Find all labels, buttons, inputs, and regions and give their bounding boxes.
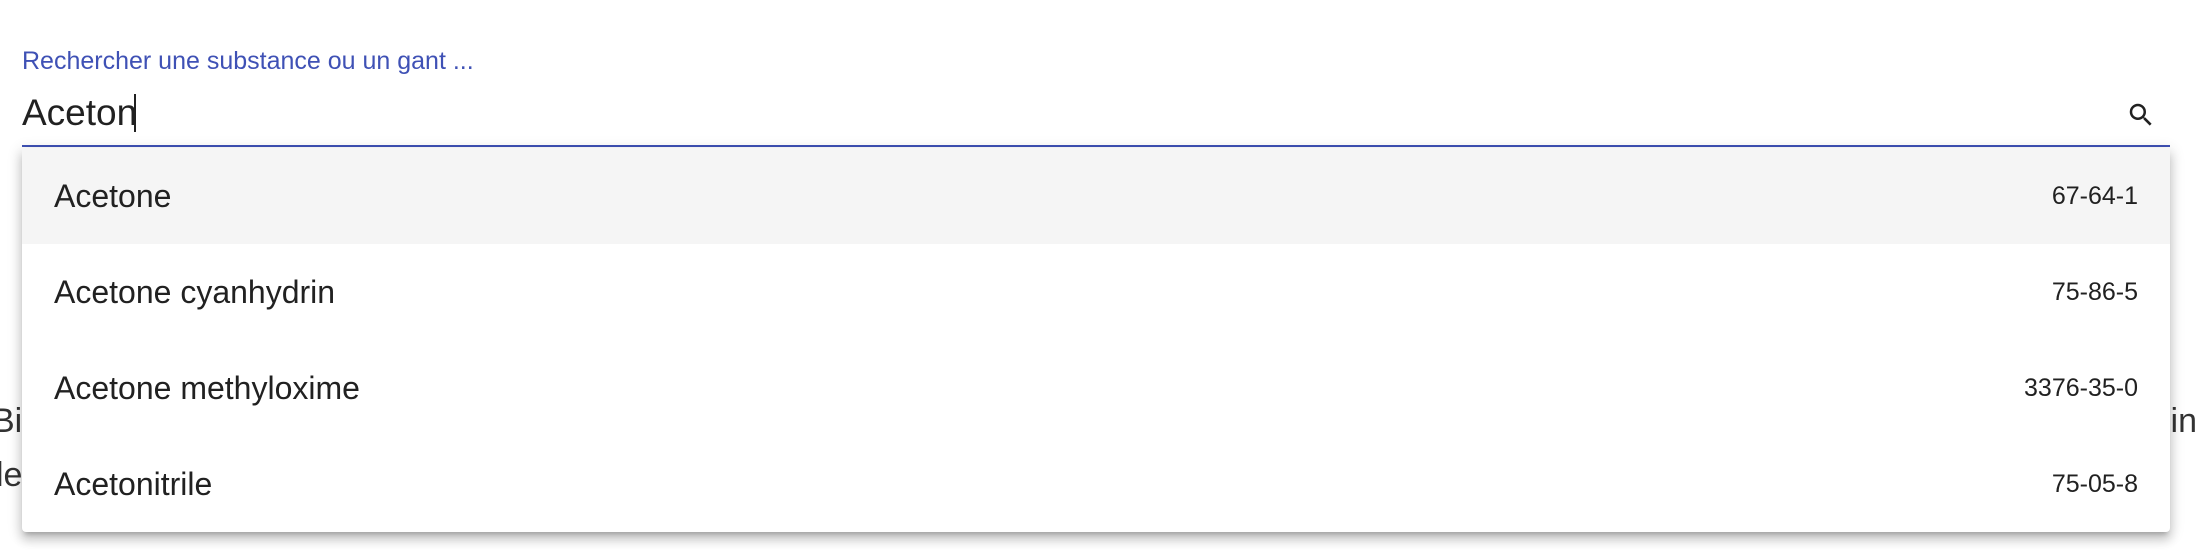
- background-text-fragment: in: [2170, 402, 2197, 440]
- option-name: Acetone methyloxime: [54, 369, 360, 406]
- option-cas-number: 75-05-8: [2051, 469, 2138, 498]
- autocomplete-option[interactable]: Acetone cyanhydrin 75-86-5: [22, 244, 2170, 340]
- text-cursor: [134, 94, 136, 132]
- search-input[interactable]: [22, 84, 2102, 142]
- option-cas-number: 75-86-5: [2051, 277, 2138, 306]
- autocomplete-option[interactable]: Acetone methyloxime 3376-35-0: [22, 340, 2170, 436]
- search-label: Rechercher une substance ou un gant ...: [22, 47, 474, 75]
- search-field[interactable]: Rechercher une substance ou un gant ...: [22, 0, 2170, 148]
- autocomplete-dropdown: Acetone 67-64-1 Acetone cyanhydrin 75-86…: [22, 148, 2170, 532]
- option-name: Acetone cyanhydrin: [54, 273, 336, 310]
- search-icon[interactable]: [2126, 100, 2156, 130]
- option-cas-number: 67-64-1: [2051, 181, 2138, 210]
- background-text-fragment: Bi: [0, 402, 23, 440]
- option-name: Acetone: [54, 177, 172, 214]
- autocomplete-option[interactable]: Acetonitrile 75-05-8: [22, 436, 2170, 532]
- background-text-fragment: le: [0, 456, 23, 494]
- option-name: Acetonitrile: [54, 465, 213, 502]
- autocomplete-option[interactable]: Acetone 67-64-1: [22, 148, 2170, 244]
- search-underline: [22, 145, 2170, 147]
- option-cas-number: 3376-35-0: [2024, 373, 2138, 402]
